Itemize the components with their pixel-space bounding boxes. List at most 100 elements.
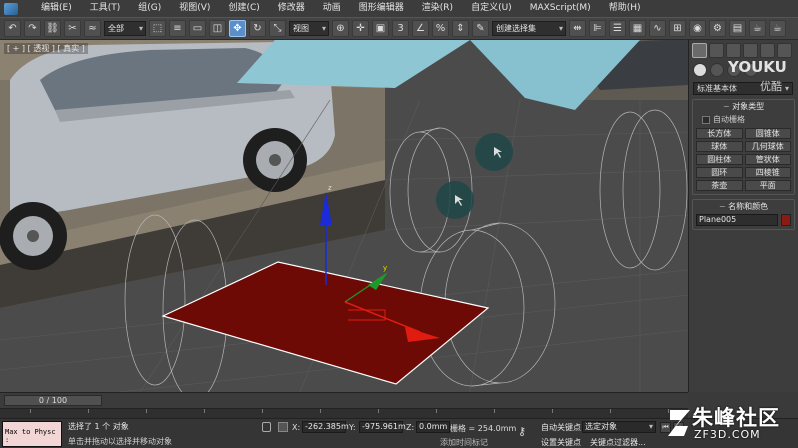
keyboard-shortcut-icon[interactable]: ▣ [372, 20, 389, 37]
modify-tab-icon[interactable] [709, 43, 724, 58]
snap-toggle-icon[interactable]: 3 [392, 20, 409, 37]
layer-manager-icon[interactable]: ☰ [609, 20, 626, 37]
select-manipulate-icon[interactable]: ✛ [352, 20, 369, 37]
rect-selection-icon[interactable]: ▭ [189, 20, 206, 37]
menu-animation[interactable]: 动画 [314, 0, 350, 17]
window-crossing-icon[interactable]: ◫ [209, 20, 226, 37]
mirror-icon[interactable]: ⇹ [569, 20, 586, 37]
auto-key-button[interactable]: 自动关键点 [541, 422, 581, 433]
set-key-button[interactable]: 设置关键点 [541, 437, 581, 448]
unlink-icon[interactable]: ✂ [64, 20, 81, 37]
key-icon[interactable]: ⚷ [518, 425, 526, 438]
app-logo-icon[interactable] [4, 2, 18, 15]
box-button[interactable]: 长方体 [696, 128, 743, 139]
viewport-scene: z y [0, 40, 688, 392]
selection-lock-icon[interactable] [262, 422, 271, 432]
bind-spacewarp-icon[interactable]: ≈ [84, 20, 101, 37]
geosphere-button[interactable]: 几何球体 [744, 141, 791, 152]
angle-snap-icon[interactable]: ∠ [412, 20, 429, 37]
perspective-viewport[interactable]: z y [ + ] [ 透视 ] [ 真实 ] [0, 40, 688, 392]
zf3d-watermark: 朱峰社区 ZF3D.COM [668, 402, 796, 446]
named-selection-dropdown[interactable]: 创建选择集 [492, 21, 566, 36]
svg-text:y: y [383, 264, 387, 272]
menu-help[interactable]: 帮助(H) [600, 0, 650, 17]
3dsmax-window: 编辑(E) 工具(T) 组(G) 视图(V) 创建(C) 修改器 动画 图形编辑… [0, 0, 798, 448]
menu-edit[interactable]: 编辑(E) [32, 0, 81, 17]
menu-group[interactable]: 组(G) [129, 0, 170, 17]
menu-views[interactable]: 视图(V) [170, 0, 219, 17]
menu-graph-editors[interactable]: 图形编辑器 [350, 0, 413, 17]
motion-tab-icon[interactable] [743, 43, 758, 58]
redo-icon[interactable]: ↷ [24, 20, 41, 37]
menu-modifiers[interactable]: 修改器 [269, 0, 314, 17]
maxscript-listener[interactable]: Max to Physc : [2, 421, 62, 447]
time-slider[interactable]: 0 / 100 [4, 395, 102, 406]
graphite-ribbon-icon[interactable]: ▦ [629, 20, 646, 37]
track-bar[interactable] [0, 408, 688, 418]
undo-icon[interactable]: ↶ [4, 20, 21, 37]
menu-rendering[interactable]: 渲染(R) [413, 0, 462, 17]
cone-button[interactable]: 圆锥体 [744, 128, 791, 139]
display-tab-icon[interactable] [760, 43, 775, 58]
name-color-rollout: 名称和颜色 Plane005 [692, 199, 795, 230]
select-object-icon[interactable]: ⬚ [149, 20, 166, 37]
curve-editor-icon[interactable]: ∿ [649, 20, 666, 37]
select-scale-icon[interactable]: ⤡ [269, 20, 286, 37]
zf3d-logo-icon [668, 410, 690, 436]
render-iterative-icon[interactable]: ☕ [769, 20, 786, 37]
geometry-icon[interactable] [693, 63, 707, 77]
key-selection-dropdown[interactable]: 选定对象 [582, 421, 656, 433]
align-icon[interactable]: ⊫ [589, 20, 606, 37]
material-editor-icon[interactable]: ◉ [689, 20, 706, 37]
menu-tools[interactable]: 工具(T) [81, 0, 130, 17]
select-move-icon[interactable]: ✥ [229, 20, 246, 37]
site-url: ZF3D.COM [694, 428, 761, 441]
z-coordinate-field[interactable]: 0.0mm [416, 421, 450, 433]
y-coordinate-field[interactable]: -975.961m [359, 421, 406, 433]
pivot-center-icon[interactable]: ⊕ [332, 20, 349, 37]
viewport-label[interactable]: [ + ] [ 透视 ] [ 真实 ] [4, 43, 88, 54]
link-icon[interactable]: ⛓ [44, 20, 61, 37]
percent-snap-icon[interactable]: % [432, 20, 449, 37]
select-by-name-icon[interactable]: ≡ [169, 20, 186, 37]
object-type-buttons: 长方体 圆锥体 球体 几何球体 圆柱体 管状体 圆环 四棱锥 茶壶 平面 [696, 128, 791, 191]
selection-filter-dropdown[interactable]: 全部 [104, 21, 146, 36]
torus-button[interactable]: 圆环 [696, 167, 743, 178]
add-time-tag-button[interactable]: 添加时间标记 [440, 437, 488, 448]
key-filters-button[interactable]: 关键点过滤器... [590, 437, 646, 448]
youku-watermark: YOUKU [728, 58, 787, 76]
menu-maxscript[interactable]: MAXScript(M) [521, 0, 600, 17]
shapes-icon[interactable] [710, 63, 724, 77]
pyramid-button[interactable]: 四棱锥 [744, 167, 791, 178]
teapot-button[interactable]: 茶壶 [696, 180, 743, 191]
hierarchy-tab-icon[interactable] [726, 43, 741, 58]
prompt-line: 单击并拖动以选择并移动对象 [68, 437, 172, 446]
cylinder-button[interactable]: 圆柱体 [696, 154, 743, 165]
reference-coord-dropdown[interactable]: 视图 [289, 21, 329, 36]
sphere-button[interactable]: 球体 [696, 141, 743, 152]
render-setup-icon[interactable]: ⚙ [709, 20, 726, 37]
schematic-view-icon[interactable]: ⊞ [669, 20, 686, 37]
spinner-snap-icon[interactable]: ⇕ [452, 20, 469, 37]
object-color-swatch[interactable] [781, 214, 791, 226]
menu-create[interactable]: 创建(C) [219, 0, 268, 17]
rendered-frame-icon[interactable]: ▤ [729, 20, 746, 37]
create-tab-icon[interactable] [692, 43, 707, 58]
name-color-title[interactable]: 名称和颜色 [696, 202, 791, 212]
edit-named-sets-icon[interactable]: ✎ [472, 20, 489, 37]
main-toolbar: ↶ ↷ ⛓ ✂ ≈ 全部 ⬚ ≡ ▭ ◫ ✥ ↻ ⤡ 视图 ⊕ ✛ ▣ 3 ∠ … [0, 17, 798, 40]
autogrid-checkbox[interactable] [702, 115, 710, 124]
render-production-icon[interactable]: ☕ [749, 20, 766, 37]
tube-button[interactable]: 管状体 [744, 154, 791, 165]
select-rotate-icon[interactable]: ↻ [249, 20, 266, 37]
object-type-rollout: 对象类型 自动栅格 长方体 圆锥体 球体 几何球体 圆柱体 管状体 圆环 四棱锥… [692, 99, 795, 195]
absolute-mode-icon[interactable] [278, 422, 288, 432]
object-type-title[interactable]: 对象类型 [696, 102, 791, 112]
utilities-tab-icon[interactable] [777, 43, 792, 58]
plane-button[interactable]: 平面 [744, 180, 791, 191]
object-name-field[interactable]: Plane005 [696, 214, 778, 226]
menu-customize[interactable]: 自定义(U) [462, 0, 521, 17]
autogrid-row: 自动栅格 [702, 114, 791, 125]
autogrid-label: 自动栅格 [713, 115, 745, 124]
x-coordinate-field[interactable]: -262.385m [302, 421, 349, 433]
